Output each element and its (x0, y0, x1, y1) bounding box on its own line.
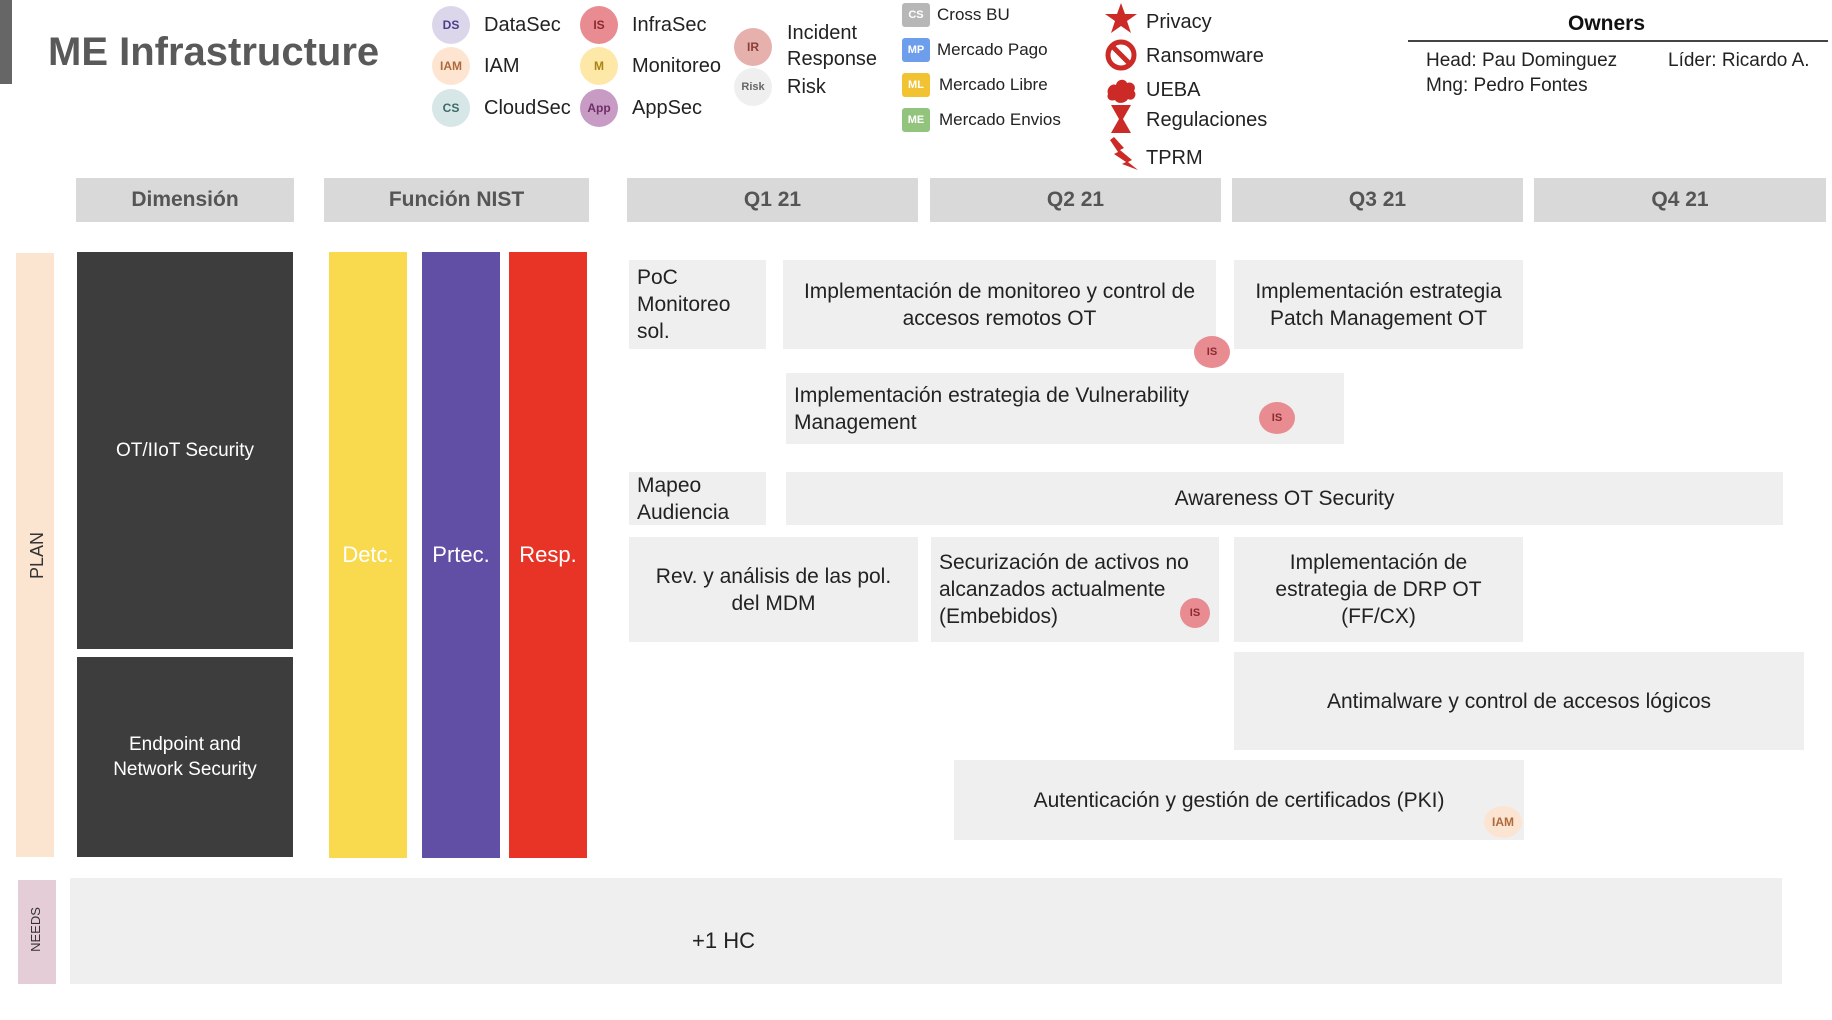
infrasec-badge: IS (580, 6, 618, 44)
datasec-badge: DS (432, 6, 470, 44)
legend-appsec: AppSec (632, 97, 703, 119)
dimension-endpoint-network: Endpoint and Network Security (77, 657, 293, 857)
lightning-icon (1110, 137, 1138, 170)
infrasec-tag: IS (1194, 336, 1230, 368)
task-mapeo-audiencia: Mapeo Audiencia (629, 472, 766, 525)
infrasec-tag: IS (1180, 598, 1210, 628)
dimension-endpoint-line2: Network Security (113, 759, 257, 780)
dimension-ot-iiot: OT/IIoT Security (77, 252, 293, 649)
needs-label: NEEDS (27, 907, 43, 952)
iam-badge: IAM (432, 47, 470, 85)
task-patch-management-ot: Implementación estrategia Patch Manageme… (1234, 260, 1523, 349)
ml-badge: ML (902, 73, 930, 97)
legend-mercadoenvios: Mercado Envios (939, 110, 1061, 129)
crossbu-badge: CS (902, 3, 930, 27)
nist-detect: Detc. (329, 252, 407, 858)
header-q1: Q1 21 (627, 178, 918, 222)
task-poc-monitoreo: PoC Monitoreo sol. (629, 260, 766, 349)
legend-mercadolibre: Mercado Libre (939, 75, 1048, 94)
legend-response: Response (787, 48, 878, 70)
owner-head: Head: Pau Dominguez (1426, 50, 1618, 71)
infrasec-tag: IS (1259, 402, 1295, 434)
legend-cloudsec: CloudSec (484, 97, 571, 119)
nist-respond: Resp. (509, 252, 587, 858)
legend-iam: IAM (484, 55, 520, 77)
legend-monitoreo: Monitoreo (632, 55, 721, 77)
mp-badge: MP (902, 38, 930, 62)
risk-badge: Risk (734, 68, 772, 106)
legend-infrasec: InfraSec (632, 14, 707, 36)
me-badge: ME (902, 108, 930, 132)
plan-label: PLAN (27, 531, 48, 580)
legend-datasec: DataSec (484, 14, 561, 36)
ir-badge: IR (734, 28, 772, 66)
appsec-badge: App (580, 89, 618, 127)
task-remote-access-ot: Implementación de monitoreo y control de… (783, 260, 1216, 349)
legend-tprm: TPRM (1146, 147, 1203, 169)
left-accent-bar (0, 0, 12, 84)
page-title: ME Infrastructure (48, 30, 380, 74)
star-icon (1105, 3, 1137, 33)
hourglass-icon (1111, 105, 1131, 133)
legend-ueba: UEBA (1146, 79, 1201, 101)
legend-incident: Incident (787, 22, 858, 44)
header-q3: Q3 21 (1232, 178, 1523, 222)
legend-regulaciones: Regulaciones (1146, 109, 1268, 131)
no-entry-icon (1105, 39, 1137, 71)
owners-title: Owners (1568, 12, 1646, 35)
legend-privacy: Privacy (1146, 11, 1212, 33)
needs-headcount: +1 HC (692, 928, 755, 953)
task-awareness-ot-security: Awareness OT Security (786, 472, 1783, 525)
task-mdm-policy-review: Rev. y análisis de las pol. del MDM (629, 537, 918, 642)
legend-crossbu: Cross BU (937, 5, 1010, 24)
legend-ransomware: Ransomware (1146, 45, 1264, 67)
task-antimalware-logical-access: Antimalware y control de accesos lógicos (1234, 652, 1804, 750)
task-embedded-assets: Securización de activos no alcanzados ac… (931, 537, 1219, 642)
header-q2: Q2 21 (930, 178, 1221, 222)
cloudsec-badge: CS (432, 89, 470, 127)
owner-lider: Líder: Ricardo A. (1668, 50, 1810, 71)
owner-mng: Mng: Pedro Fontes (1426, 75, 1588, 96)
dimension-endpoint-line1: Endpoint and (129, 734, 241, 755)
nist-protect: Prtec. (422, 252, 500, 858)
task-pki: Autenticación y gestión de certificados … (954, 760, 1524, 840)
task-vulnerability-management: Implementación estrategia de Vulnerabili… (786, 373, 1344, 444)
header-dimension: Dimensión (76, 178, 294, 222)
legend-mercadopago: Mercado Pago (937, 40, 1048, 59)
iam-tag: IAM (1484, 806, 1522, 838)
legend-risk: Risk (787, 76, 826, 98)
task-drp-ot: Implementación de estrategia de DRP OT (… (1234, 537, 1523, 642)
monitoreo-badge: M (580, 47, 618, 85)
header-q4: Q4 21 (1534, 178, 1826, 222)
needs-box (70, 878, 1782, 984)
header-nist: Función NIST (324, 178, 589, 222)
owners-divider (1408, 40, 1828, 42)
